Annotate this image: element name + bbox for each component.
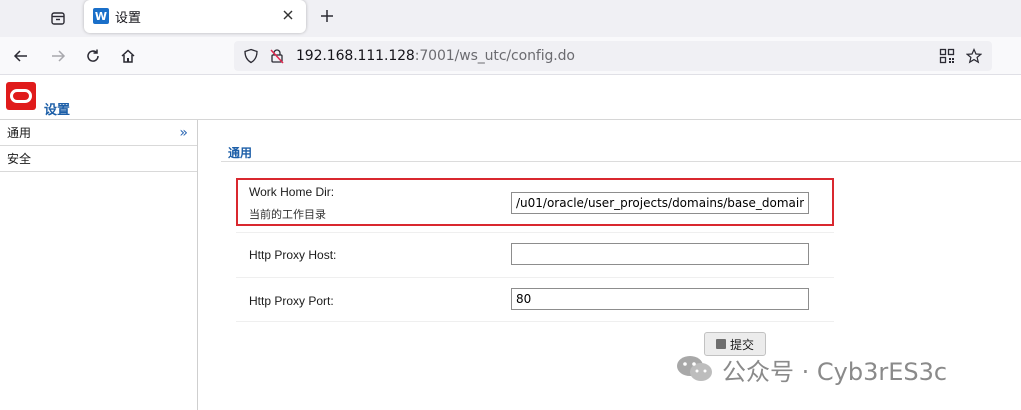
browser-tab[interactable]: W 设置 <box>84 0 306 33</box>
sidebar-item-label: 安全 <box>7 152 32 166</box>
section-divider <box>221 161 1021 162</box>
submit-label: 提交 <box>729 337 754 352</box>
oracle-logo-icon <box>6 82 36 110</box>
sidebar-item-label: 通用 <box>7 126 32 140</box>
double-chevron-icon[interactable]: » <box>179 120 188 146</box>
tab-title: 设置 <box>115 11 142 26</box>
close-tab-icon[interactable] <box>278 5 298 25</box>
page-content: 设置 通用 » 安全 通用 Work Home Dir: 当前的工作目录 Htt… <box>0 76 1021 410</box>
http-proxy-host-field[interactable] <box>511 243 809 265</box>
bookmark-star-icon[interactable] <box>965 47 983 65</box>
qr-code-icon[interactable] <box>938 47 956 65</box>
work-home-dir-field[interactable] <box>511 192 809 214</box>
section-title: 通用 <box>228 146 253 160</box>
url-text[interactable]: 192.168.111.128:7001/ws_utc/config.do <box>296 48 575 64</box>
browser-navbar: 192.168.111.128:7001/ws_utc/config.do <box>0 37 1021 75</box>
sidebar: 通用 » 安全 <box>0 120 198 410</box>
http-proxy-host-label: Http Proxy Host: <box>249 248 337 262</box>
forward-arrow-icon[interactable] <box>44 42 72 70</box>
url-host: 192.168.111.128 <box>296 48 415 64</box>
url-path: :7001/ws_utc/config.do <box>414 48 575 64</box>
home-icon[interactable] <box>114 42 142 70</box>
shield-icon[interactable] <box>242 47 260 65</box>
sidebar-item-general[interactable]: 通用 » <box>0 120 197 146</box>
page-title: 设置 <box>44 103 71 118</box>
tab-list-icon[interactable] <box>45 5 71 31</box>
http-proxy-port-field[interactable] <box>511 288 809 310</box>
reload-icon[interactable] <box>79 42 107 70</box>
row-divider <box>236 232 834 233</box>
new-tab-icon[interactable] <box>314 3 340 29</box>
http-proxy-port-label: Http Proxy Port: <box>249 294 334 308</box>
save-icon <box>715 339 726 349</box>
row-divider <box>236 277 834 278</box>
wechat-icon <box>676 354 714 384</box>
work-home-dir-label: Work Home Dir: <box>249 185 335 199</box>
url-bar[interactable]: 192.168.111.128:7001/ws_utc/config.do <box>234 41 992 71</box>
back-arrow-icon[interactable] <box>7 42 35 70</box>
weblogic-favicon-icon: W <box>93 8 109 24</box>
watermark: 公众号 · Cyb3rES3c <box>676 352 947 386</box>
work-home-dir-sublabel: 当前的工作目录 <box>249 208 326 221</box>
row-divider <box>236 321 834 322</box>
browser-tab-strip: W 设置 <box>0 0 1021 37</box>
watermark-text: 公众号 · Cyb3rES3c <box>722 357 948 386</box>
sidebar-item-security[interactable]: 安全 <box>0 146 197 172</box>
insecure-lock-icon[interactable] <box>268 47 286 65</box>
